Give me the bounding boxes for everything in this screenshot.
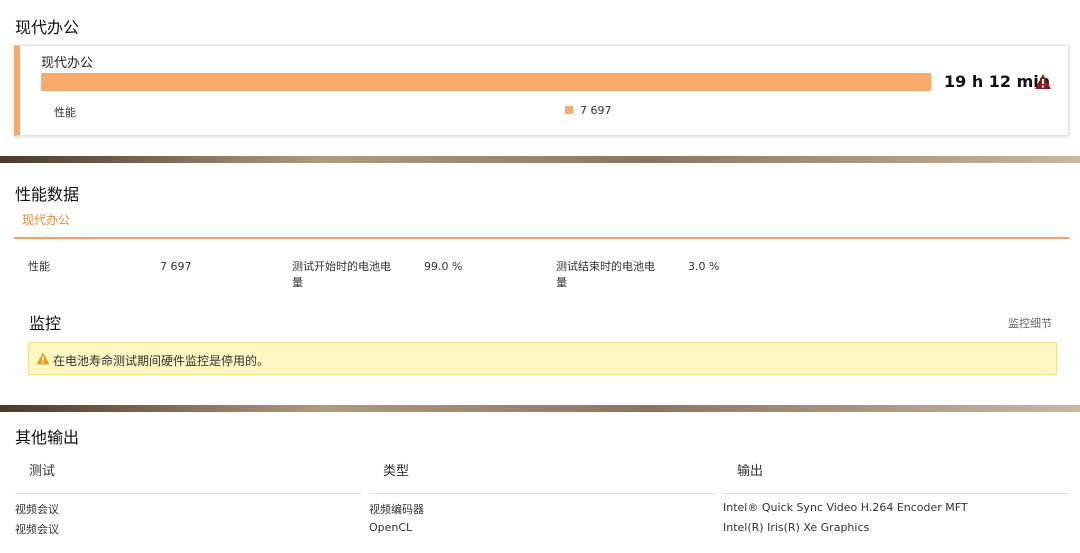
metric-label: 测试结束时的电池电量 <box>556 260 655 289</box>
legend-swatch <box>565 106 573 114</box>
column-divider <box>723 493 1070 494</box>
monitoring-alert: 在电池寿命测试期间硬件监控是停用的。 <box>28 342 1057 375</box>
table-cell: 视频会议 <box>15 523 59 536</box>
section-title: 现代办公 <box>15 18 80 37</box>
column-header-test: 测试 <box>29 464 56 479</box>
performance-label: 性能 <box>54 106 76 119</box>
table-cell: OpenCL <box>369 521 413 534</box>
table-cell: 视频编码器 <box>369 503 424 516</box>
result-card: 现代办公 19 h 12 min 性能 7 697 <box>14 45 1069 136</box>
alert-text: 在电池寿命测试期间硬件监控是停用的。 <box>53 354 270 368</box>
watermark-text: 什么值得买 <box>948 517 1048 541</box>
column-divider <box>369 493 716 494</box>
monitoring-title: 监控 <box>29 314 62 333</box>
section-title: 其他输出 <box>15 428 80 447</box>
tab-underline <box>14 237 1069 239</box>
battery-overview-panel: 现代办公 现代办公 19 h 12 min 性能 7 697 <box>0 0 1080 156</box>
tab-modern-office[interactable]: 现代办公 <box>22 211 70 228</box>
battery-bar-fill <box>41 73 931 91</box>
column-header-output: 输出 <box>737 464 764 479</box>
metric-value: 7 697 <box>160 260 192 273</box>
watermark-logo-icon <box>915 515 941 541</box>
table-cell: 视频会议 <box>15 503 59 516</box>
table-cell: Intel® Quick Sync Video H.264 Encoder MF… <box>723 501 968 514</box>
table-cell: Intel(R) Iris(R) Xe Graphics <box>723 521 870 534</box>
metric-label: 测试开始时的电池电量 <box>292 260 391 289</box>
column-divider <box>15 493 362 494</box>
metric-label: 性能 <box>28 260 50 273</box>
warning-triangle-icon <box>1035 74 1051 89</box>
performance-data-panel: 性能数据 现代办公 性能 7 697 测试开始时的电池电量 99.0 % 测试结… <box>0 163 1080 405</box>
section-title: 性能数据 <box>15 185 80 204</box>
battery-bar <box>41 73 931 91</box>
metric-value: 99.0 % <box>424 260 463 273</box>
performance-value: 7 697 <box>580 104 612 117</box>
metric-value: 3.0 % <box>688 260 720 273</box>
warning-icon <box>36 352 50 365</box>
monitoring-details-link[interactable]: 监控细节 <box>1008 315 1052 331</box>
column-header-type: 类型 <box>383 464 410 479</box>
card-title: 现代办公 <box>41 56 94 71</box>
